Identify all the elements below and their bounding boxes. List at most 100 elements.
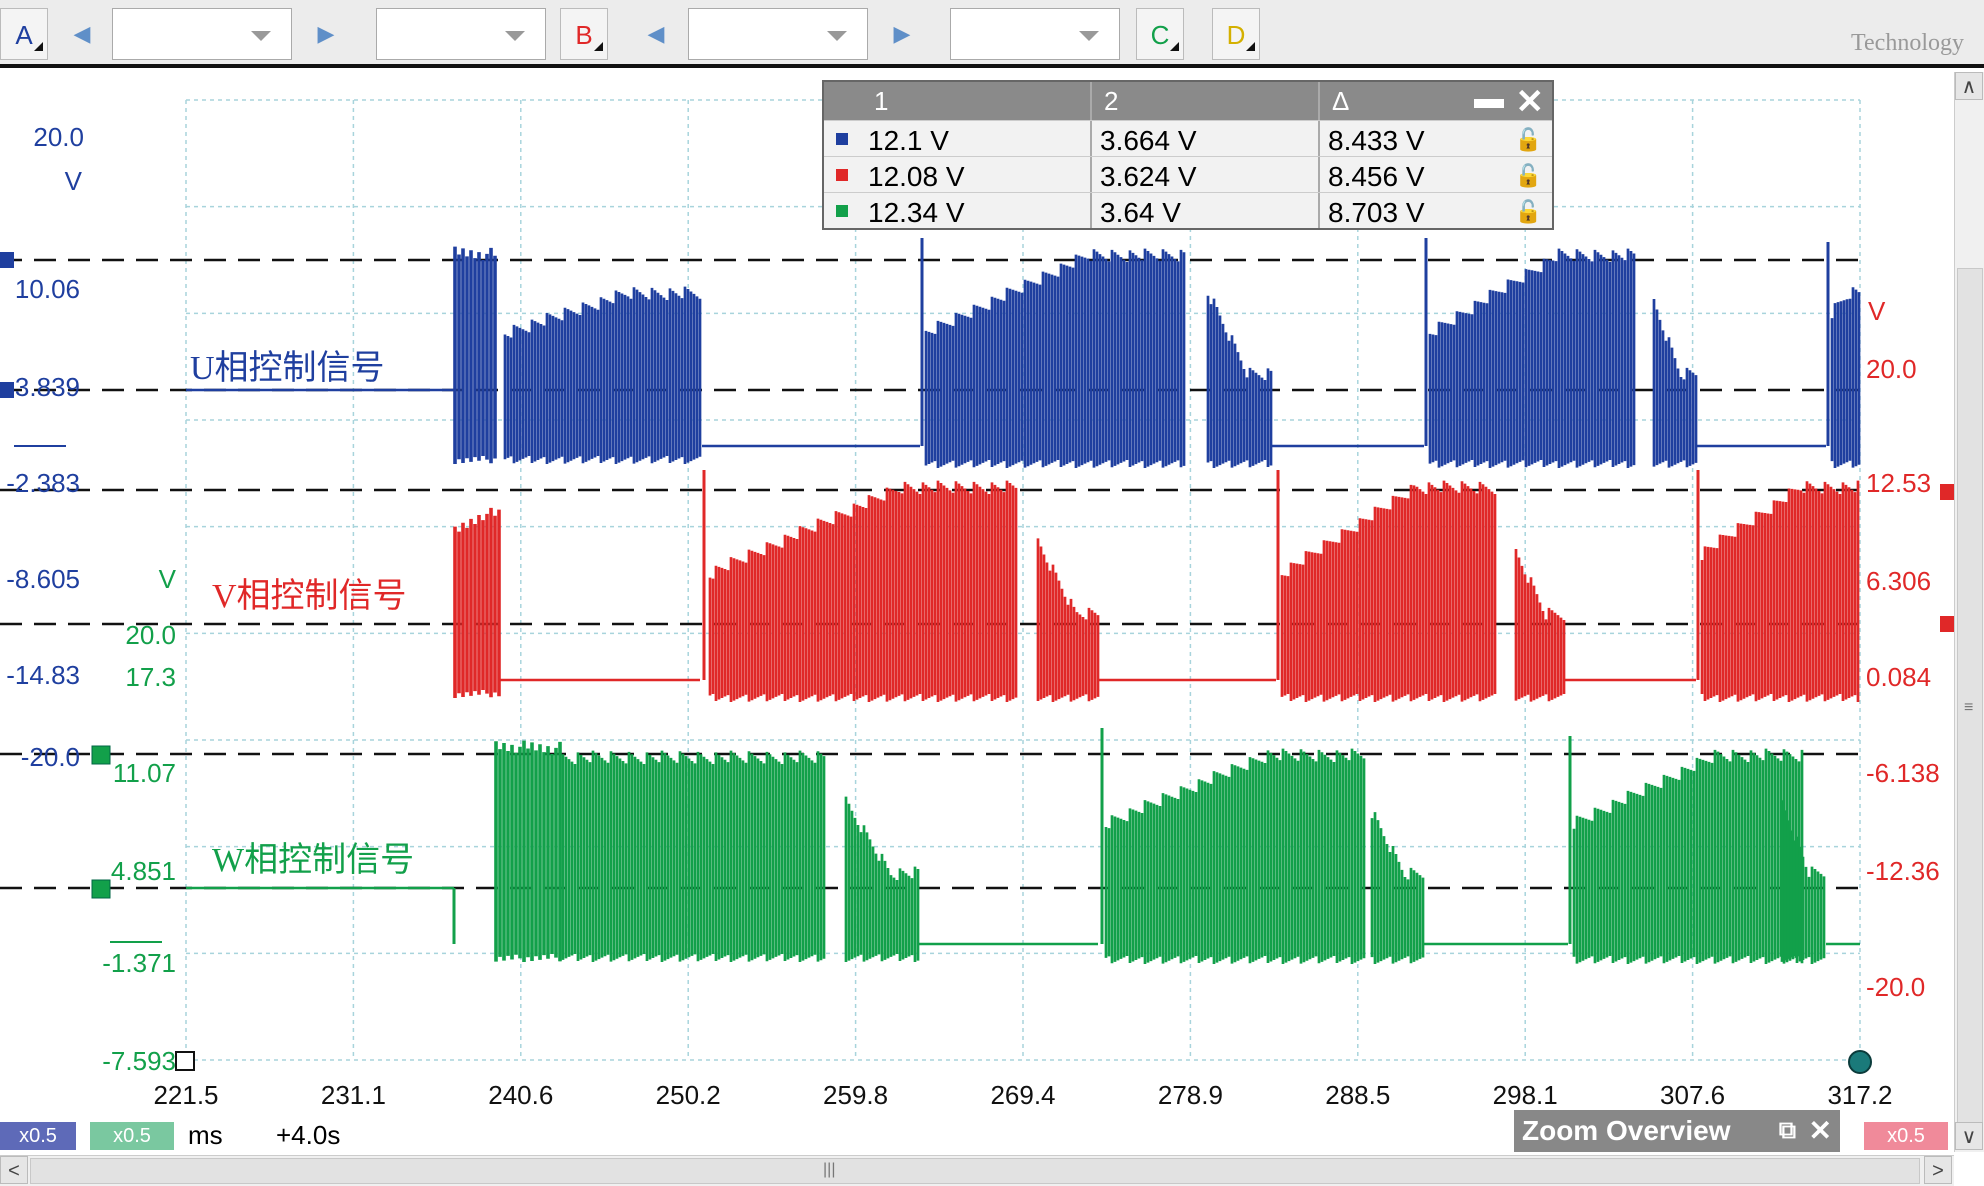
blue-tick-label: -20.0 <box>21 742 80 772</box>
x-tick-label: 240.6 <box>488 1080 553 1110</box>
red-tick-label: 6.306 <box>1866 566 1931 596</box>
red-cursor-marker <box>1940 616 1954 632</box>
x-tick-label: 250.2 <box>656 1080 721 1110</box>
value-1: 12.08 V <box>868 161 965 192</box>
header-col-2: 2 <box>1104 86 1119 116</box>
trigger-marker <box>1848 1050 1872 1074</box>
value-1: 12.1 V <box>868 125 949 156</box>
x-tick-label: 288.5 <box>1325 1080 1390 1110</box>
grip-icon: ≡ <box>1964 699 1974 716</box>
blue-tick-label: 10.06 <box>15 274 80 304</box>
blue-cursor-marker <box>0 252 14 268</box>
green-tick-label: 4.851 <box>111 856 176 886</box>
green-cursor-marker <box>91 879 111 899</box>
green-axis-unit: V <box>159 564 177 594</box>
v-burst <box>1514 549 1566 702</box>
green-tick-label: 20.0 <box>125 620 176 650</box>
scroll-up-icon[interactable]: ∧ <box>1955 72 1983 100</box>
red-tick-label: 0.084 <box>1866 662 1931 692</box>
w-burst <box>494 740 562 963</box>
x-tick-label: 307.6 <box>1660 1080 1725 1110</box>
v-burst <box>453 507 501 699</box>
v-burst <box>1700 480 1860 703</box>
u-burst <box>924 248 1186 469</box>
blue-axis-unit: V <box>65 166 83 196</box>
green-cursor-marker <box>91 745 111 765</box>
header-col-1: 1 <box>874 86 889 116</box>
lock-icon[interactable]: 🔓 <box>1515 127 1542 153</box>
v-burst <box>1036 538 1100 703</box>
horizontal-scrollbar[interactable]: < ||| > <box>0 1155 1954 1186</box>
vertical-scroll-thumb[interactable]: ≡ <box>1957 268 1983 1148</box>
red-tick-label: 12.53 <box>1866 468 1931 498</box>
channel-swatch <box>836 169 848 181</box>
x-tick-label: 259.8 <box>823 1080 888 1110</box>
time-unit: ms <box>188 1120 223 1150</box>
table-row: 12.08 V 3.624 V 8.456 V 🔓 <box>824 156 1552 193</box>
channel-b-scale-badge[interactable]: x0.5 <box>1864 1122 1948 1150</box>
channel-swatch <box>836 205 848 217</box>
table-row: 12.34 V 3.64 V 8.703 V 🔓 <box>824 192 1552 229</box>
restore-icon[interactable]: ⧉ <box>1779 1110 1796 1152</box>
u-burst <box>1830 287 1861 469</box>
v-burst <box>1280 480 1497 703</box>
green-tick-label: -7.593 <box>102 1046 176 1076</box>
scroll-right-icon[interactable]: > <box>1924 1156 1952 1184</box>
horizontal-scroll-thumb[interactable]: ||| <box>30 1158 1920 1184</box>
x-tick-label: 269.4 <box>990 1080 1055 1110</box>
close-icon[interactable]: ✕ <box>1809 1110 1832 1152</box>
channel-c-scale-badge[interactable]: x0.5 <box>90 1122 174 1150</box>
u-burst <box>1652 299 1698 468</box>
lock-icon[interactable]: 🔓 <box>1515 199 1542 225</box>
blue-tick-label: -14.83 <box>6 660 80 690</box>
x-tick-label: 317.2 <box>1827 1080 1892 1110</box>
value-delta: 8.703 V <box>1328 197 1425 228</box>
red-tick-label: 20.0 <box>1866 354 1917 384</box>
green-tick-label: -1.371 <box>102 948 176 978</box>
u-burst <box>453 246 497 465</box>
green-tick-label: 17.3 <box>125 662 176 692</box>
close-icon[interactable]: ✕ <box>1516 82 1545 122</box>
scroll-down-icon[interactable]: ∨ <box>1955 1122 1983 1150</box>
w-burst <box>1572 748 1804 965</box>
x-tick-label: 298.1 <box>1493 1080 1558 1110</box>
red-tick-label: -6.138 <box>1866 758 1940 788</box>
v-burst <box>708 480 1018 703</box>
channel-a-scale-badge[interactable]: x0.5 <box>0 1122 76 1150</box>
red-cursor-marker <box>1940 484 1954 500</box>
blue-axis-top-label: 20.0 <box>33 122 84 152</box>
red-axis-unit: V <box>1868 296 1886 326</box>
x-tick-label: 278.9 <box>1158 1080 1223 1110</box>
v-phase-waveform <box>453 470 1860 703</box>
green-tick-label: 11.07 <box>113 758 176 788</box>
v-phase-label: V相控制信号 <box>212 578 407 615</box>
header-col-delta: Δ <box>1332 86 1350 116</box>
lock-icon[interactable]: 🔓 <box>1515 163 1542 189</box>
u-phase-label: U相控制信号 <box>190 350 385 387</box>
red-tick-label: -20.0 <box>1866 972 1925 1002</box>
grip-icon: ||| <box>823 1161 836 1178</box>
zoom-overview-title: Zoom Overview <box>1522 1115 1731 1146</box>
w-burst <box>1104 748 1366 965</box>
measurements-header: 1 2 Δ ▬ ✕ <box>824 82 1552 122</box>
w-burst <box>558 750 826 963</box>
u-burst <box>1428 248 1636 469</box>
vertical-scrollbar[interactable]: ∧ ≡ ∨ <box>1954 72 1984 1152</box>
channel-swatch <box>836 133 848 145</box>
w-burst <box>844 796 920 963</box>
value-2: 3.624 V <box>1100 161 1197 192</box>
u-phase-waveform <box>186 238 1861 469</box>
measurements-panel[interactable]: 1 2 Δ ▬ ✕ 12.1 V 3.664 V 8.433 V 🔓 12.08… <box>822 80 1554 230</box>
value-2: 3.664 V <box>1100 125 1197 156</box>
value-delta: 8.456 V <box>1328 161 1425 192</box>
x-tick-label: 231.1 <box>321 1080 386 1110</box>
table-row: 12.1 V 3.664 V 8.433 V 🔓 <box>824 120 1552 157</box>
time-start-marker <box>175 1051 195 1071</box>
blue-cursor-marker <box>0 382 14 398</box>
minimize-icon[interactable]: ▬ <box>1474 82 1504 116</box>
scroll-left-icon[interactable]: < <box>0 1156 28 1184</box>
w-phase-label: W相控制信号 <box>212 842 415 879</box>
blue-tick-label: 3.839 <box>15 372 80 402</box>
zoom-overview-panel[interactable]: Zoom Overview ⧉ ✕ <box>1514 1110 1840 1152</box>
value-2: 3.64 V <box>1100 197 1181 228</box>
